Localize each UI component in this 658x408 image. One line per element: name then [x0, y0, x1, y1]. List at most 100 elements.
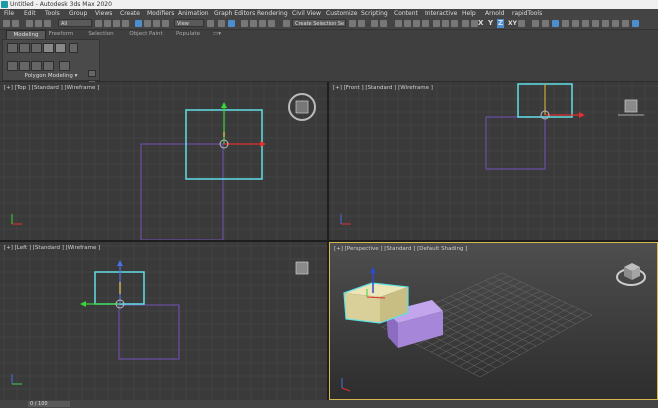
to-poly-icon[interactable]: [43, 61, 54, 71]
redo-icon[interactable]: [12, 20, 19, 27]
left-viewcube-icon[interactable]: [295, 261, 309, 275]
tool-h-icon[interactable]: [602, 20, 609, 27]
select-by-name-icon[interactable]: [104, 20, 111, 27]
tool-c-icon[interactable]: [552, 20, 559, 27]
axis-constraint-icon[interactable]: [518, 20, 525, 27]
front-viewcube-icon[interactable]: [624, 99, 638, 113]
axis-x-button[interactable]: X: [478, 19, 483, 28]
menu-views[interactable]: Views: [95, 9, 112, 18]
pivot-center-icon[interactable]: [207, 20, 214, 27]
viewport-top[interactable]: [+] [Top ] [Standard ] [Wireframe ]: [0, 82, 327, 240]
tab-populate[interactable]: Populate: [172, 30, 204, 38]
select-scale-icon[interactable]: [153, 20, 160, 27]
layer-explorer-icon[interactable]: [380, 20, 387, 27]
preserve-uvs-icon[interactable]: [7, 61, 18, 71]
spinner-snap-icon[interactable]: [268, 20, 275, 27]
keyboard-shortcut-override-icon[interactable]: [228, 20, 235, 27]
menu-rendering[interactable]: Rendering: [257, 9, 288, 18]
selection-filter-dropdown[interactable]: All: [58, 19, 92, 27]
axis-y-button[interactable]: Y: [488, 19, 493, 28]
percent-snap-icon[interactable]: [259, 20, 266, 27]
ribbon-options-icon[interactable]: ▭▾: [210, 30, 224, 38]
tool-j-icon[interactable]: [622, 20, 629, 27]
reference-coordinate-dropdown[interactable]: View: [174, 19, 204, 27]
tab-object-paint[interactable]: Object Paint: [126, 30, 166, 38]
named-selection-set-dropdown[interactable]: Create Selection Se: [292, 19, 346, 27]
menu-customize[interactable]: Customize: [326, 9, 358, 18]
top-gizmo-y-arrow[interactable]: [221, 102, 227, 108]
menu-rapidtools[interactable]: rapidTools: [512, 9, 542, 18]
menu-civil-view[interactable]: Civil View: [292, 9, 321, 18]
select-rotate-icon[interactable]: [144, 20, 151, 27]
vertex-mode-icon[interactable]: [7, 43, 18, 53]
top-viewcube-icon[interactable]: [295, 100, 309, 114]
tool-i-icon[interactable]: [612, 20, 619, 27]
axis-z-button[interactable]: Z: [497, 19, 505, 28]
rendered-frame-window-icon[interactable]: [442, 20, 449, 27]
viewport-perspective-label[interactable]: [+] [Perspective ] [Standard ] [Default …: [334, 246, 467, 252]
menu-tools[interactable]: Tools: [45, 9, 60, 18]
polygon-mode-icon[interactable]: [43, 43, 54, 53]
unlink-icon[interactable]: [35, 20, 42, 27]
viewport-front-label[interactable]: [+] [Front ] [Standard ] [Wireframe ]: [333, 85, 433, 91]
angle-snap-icon[interactable]: [250, 20, 257, 27]
arnold-render-icon[interactable]: [471, 20, 478, 27]
collapse-stack-icon[interactable]: [31, 61, 42, 71]
front-gizmo-x-arrow[interactable]: [579, 112, 585, 118]
toggle-ribbon-icon[interactable]: [395, 20, 402, 27]
tool-e-icon[interactable]: [572, 20, 579, 27]
window-crossing-icon[interactable]: [122, 20, 129, 27]
mirror-icon[interactable]: [349, 20, 356, 27]
modify-mode-icon[interactable]: [69, 43, 78, 53]
tool-d-icon[interactable]: [562, 20, 569, 27]
tab-modeling[interactable]: Modeling: [6, 30, 46, 39]
time-slider[interactable]: 0 / 100: [28, 401, 70, 407]
tool-k-icon[interactable]: [632, 20, 639, 27]
menu-arnold[interactable]: Arnold: [485, 9, 504, 18]
tab-freeform[interactable]: Freeform: [46, 30, 76, 38]
snaps-toggle-icon[interactable]: [241, 20, 248, 27]
tool-f-icon[interactable]: [582, 20, 589, 27]
link-icon[interactable]: [26, 20, 33, 27]
top-purple-box[interactable]: [140, 143, 224, 240]
viewport-front[interactable]: [+] [Front ] [Standard ] [Wireframe ]: [329, 82, 658, 240]
viewport-top-label[interactable]: [+] [Top ] [Standard ] [Wireframe ]: [4, 85, 99, 91]
tool-b-icon[interactable]: [542, 20, 549, 27]
top-gizmo-x-arrow[interactable]: [260, 141, 266, 147]
bind-space-warp-icon[interactable]: [44, 20, 51, 27]
viewport-perspective[interactable]: [+] [Perspective ] [Standard ] [Default …: [329, 242, 658, 400]
menu-file[interactable]: File: [4, 9, 14, 18]
menu-interactive[interactable]: Interactive: [425, 9, 457, 18]
select-place-icon[interactable]: [162, 20, 169, 27]
select-manipulate-icon[interactable]: [218, 20, 225, 27]
schematic-view-icon[interactable]: [413, 20, 420, 27]
side-tool-a-icon[interactable]: [88, 70, 96, 77]
apply-edit-poly-icon[interactable]: [59, 61, 70, 71]
menu-content[interactable]: Content: [394, 9, 418, 18]
rectangular-selection-icon[interactable]: [113, 20, 120, 27]
border-mode-icon[interactable]: [31, 43, 42, 53]
edit-named-selection-icon[interactable]: [283, 20, 290, 27]
menu-group[interactable]: Group: [69, 9, 87, 18]
menu-edit[interactable]: Edit: [24, 9, 36, 18]
axis-xy-button[interactable]: XY: [508, 19, 517, 28]
menu-animation[interactable]: Animation: [178, 9, 209, 18]
menu-graph-editors[interactable]: Graph Editors: [214, 9, 255, 18]
curve-editor-icon[interactable]: [404, 20, 411, 27]
left-gizmo-y-arrow[interactable]: [80, 301, 86, 307]
undo-icon[interactable]: [3, 20, 10, 27]
viewport-left-label[interactable]: [+] [Left ] [Standard ] [Wireframe ]: [4, 245, 100, 251]
edge-mode-icon[interactable]: [19, 43, 30, 53]
align-icon[interactable]: [358, 20, 365, 27]
render-production-icon[interactable]: [451, 20, 458, 27]
left-purple-box[interactable]: [118, 304, 180, 360]
ignore-backfacing-icon[interactable]: [19, 61, 30, 71]
scene-explorer-icon[interactable]: [371, 20, 378, 27]
render-in-cloud-icon[interactable]: [462, 20, 469, 27]
menu-help[interactable]: Help: [462, 9, 476, 18]
viewport-left[interactable]: [+] [Left ] [Standard ] [Wireframe ]: [0, 242, 327, 400]
select-move-icon[interactable]: [135, 20, 142, 27]
menu-modifiers[interactable]: Modifiers: [147, 9, 174, 18]
render-setup-icon[interactable]: [433, 20, 440, 27]
tab-selection[interactable]: Selection: [86, 30, 116, 38]
